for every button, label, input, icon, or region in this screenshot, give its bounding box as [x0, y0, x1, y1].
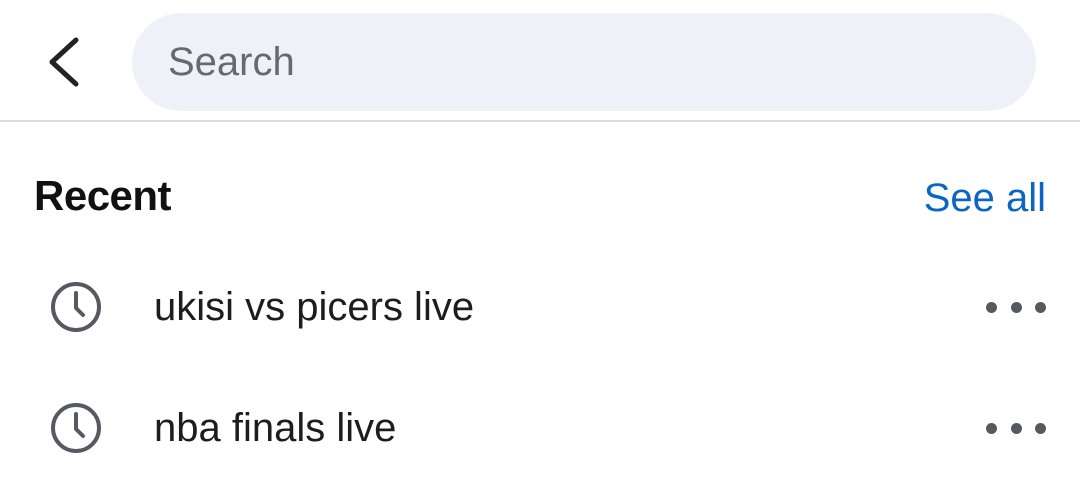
- recent-section-title: Recent: [34, 172, 172, 219]
- more-dot: [1010, 422, 1022, 434]
- more-dot: [1010, 301, 1022, 313]
- more-options-button[interactable]: [986, 408, 1046, 448]
- back-button[interactable]: [34, 30, 94, 94]
- search-screen: Recent See all ukisi vs picers live nba …: [0, 0, 1080, 500]
- recent-search-label: nba finals live: [154, 405, 397, 450]
- see-all-link[interactable]: See all: [924, 176, 1046, 221]
- clock-icon: [48, 400, 104, 456]
- more-dot: [986, 301, 997, 313]
- search-input[interactable]: [166, 38, 1036, 86]
- chevron-left-icon: [49, 37, 79, 87]
- search-header: [0, 0, 1080, 122]
- more-dot: [1035, 422, 1046, 434]
- more-dot: [1035, 301, 1046, 313]
- more-options-button[interactable]: [986, 287, 1046, 327]
- search-bar[interactable]: [132, 13, 1036, 111]
- clock-icon: [48, 279, 104, 335]
- recent-search-item[interactable]: nba finals live: [0, 373, 1080, 483]
- recent-search-label: ukisi vs picers live: [154, 284, 475, 329]
- recent-search-item[interactable]: ukisi vs picers live: [0, 252, 1080, 362]
- more-dot: [986, 422, 997, 434]
